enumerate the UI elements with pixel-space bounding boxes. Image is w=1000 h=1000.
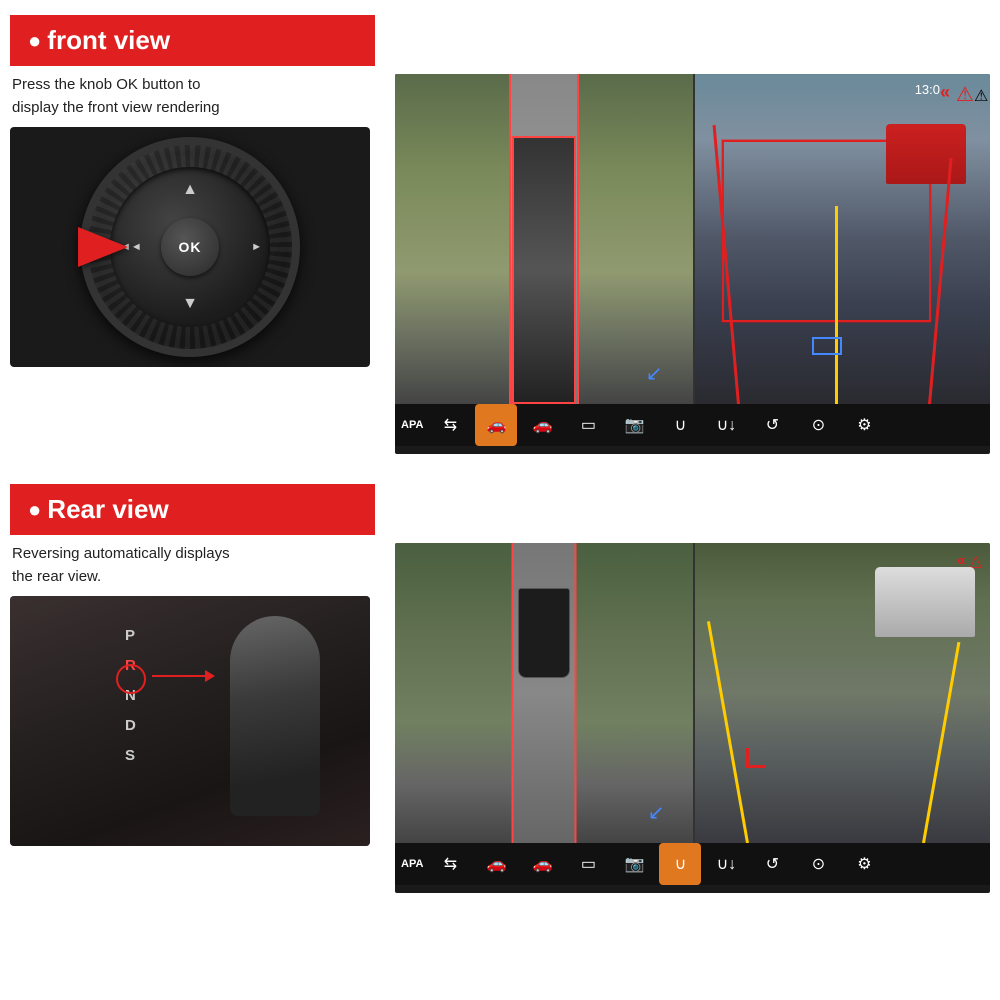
rear-toolbar-cam2[interactable]: ⊙ xyxy=(797,843,839,885)
front-view-left-panel: Press the knob OK button to display the … xyxy=(10,74,380,367)
gear-d: D xyxy=(125,711,136,741)
rear-toolbar-arrows[interactable]: ⇆ xyxy=(429,843,471,885)
rear-toolbar-rect[interactable]: ▭ xyxy=(567,843,609,885)
front-view-description: Press the knob OK button to display the … xyxy=(10,74,380,119)
front-view-title: front view xyxy=(47,25,170,56)
front-camera-view: ↙ « ⚠ 13:0 xyxy=(395,74,990,454)
cam-warning-icons: « ⚠ xyxy=(940,82,980,103)
red-arrow-indicator xyxy=(78,227,128,267)
gear-r-highlight xyxy=(116,664,146,694)
front-view-header: ● front view xyxy=(10,15,375,66)
knob-container: ▲ ▼ ◄◄ ► OK xyxy=(60,137,320,357)
rear-toolbar-u-active[interactable]: ∪ xyxy=(659,843,701,885)
rear-view-bullet: ● xyxy=(28,497,41,523)
front-cam-left-bg: ↙ xyxy=(395,74,693,404)
road-line-right xyxy=(928,157,953,404)
rear-camera-view: ↙ « △ xyxy=(395,543,990,893)
blue-arrow: ↙ xyxy=(646,361,663,386)
road-line-yellow xyxy=(835,206,838,404)
rear-view-section: ● Rear view Reversing automatically disp… xyxy=(10,484,990,893)
gear-shift-photo: P R N D S xyxy=(10,596,370,846)
toolbar-apa-label[interactable]: APA xyxy=(401,419,423,431)
front-cam-left: ↙ xyxy=(395,74,693,404)
toolbar-icon-u1[interactable]: ∪ xyxy=(659,404,701,446)
knob-arrow-up: ▲ xyxy=(182,181,198,199)
toolbar-icon-cam2[interactable]: ⊙ xyxy=(797,404,839,446)
rear-toolbar-car-down[interactable]: 🚗 xyxy=(521,843,563,885)
rear-view-left-panel: Reversing automatically displays the rea… xyxy=(10,543,380,846)
gear-arrow xyxy=(152,675,207,677)
rear-view-description: Reversing automatically displays the rea… xyxy=(10,543,380,588)
knob-inner: ▲ ▼ ◄◄ ► OK xyxy=(110,167,270,327)
front-view-section: ● front view Press the knob OK button to… xyxy=(10,15,990,454)
knob-arrow-right: ► xyxy=(251,241,262,253)
rear-guide-yellow-right xyxy=(922,642,960,843)
toolbar-icon-car-up-active[interactable]: 🚗 xyxy=(475,404,517,446)
page-container: ● front view Press the knob OK button to… xyxy=(0,0,1000,1000)
gear-letters: P R N D S xyxy=(125,621,136,771)
knob-ok-button[interactable]: OK xyxy=(161,218,219,276)
toolbar-icon-u2[interactable]: ∪↓ xyxy=(705,404,747,446)
rear-bracket-bl xyxy=(746,748,766,768)
toolbar-icon-rect[interactable]: ▭ xyxy=(567,404,609,446)
rear-toolbar-gear[interactable]: ⚙ xyxy=(843,843,885,885)
rear-toolbar-apa[interactable]: APA xyxy=(401,858,423,870)
toolbar-icon-car-down[interactable]: 🚗 xyxy=(521,404,563,446)
front-view-toolbar: APA ⇆ 🚗 🚗 ▭ 📷 ∪ ∪↓ ↺ ⊙ ⚙ xyxy=(395,404,990,446)
time-display: 13:0 xyxy=(915,82,940,97)
rear-toolbar-car-up[interactable]: 🚗 xyxy=(475,843,517,885)
rear-view-header: ● Rear view xyxy=(10,484,375,535)
rear-view-title: Rear view xyxy=(47,494,168,525)
rear-cam-left: ↙ xyxy=(395,543,693,843)
gear-shift-handle xyxy=(230,616,320,816)
rear-view-toolbar: APA ⇆ 🚗 🚗 ▭ 📷 ∪ ∪↓ ↺ ⊙ ⚙ xyxy=(395,843,990,885)
knob-photo-box: ▲ ▼ ◄◄ ► OK xyxy=(10,127,370,367)
rear-view-content: Reversing automatically displays the rea… xyxy=(10,543,990,893)
rear-toolbar-rotate[interactable]: ↺ xyxy=(751,843,793,885)
rear-target-car xyxy=(875,567,975,637)
front-cam-right: « ⚠ 13:0 xyxy=(693,74,991,404)
gear-s: S xyxy=(125,741,136,771)
front-cam-right-bg: « ⚠ 13:0 xyxy=(693,74,991,404)
toolbar-icon-gear[interactable]: ⚙ xyxy=(843,404,885,446)
front-view-bullet: ● xyxy=(28,28,41,54)
rear-blue-arrow: ↙ xyxy=(648,800,665,825)
rear-toolbar-cam1[interactable]: 📷 xyxy=(613,843,655,885)
rear-camera-divider xyxy=(693,543,695,843)
toolbar-icon-arrows[interactable]: ⇆ xyxy=(429,404,471,446)
camera-divider xyxy=(693,74,695,404)
front-view-content: Press the knob OK button to display the … xyxy=(10,74,990,454)
rear-toolbar-u2[interactable]: ∪↓ xyxy=(705,843,747,885)
toolbar-icon-cam1[interactable]: 📷 xyxy=(613,404,655,446)
red-car xyxy=(886,124,966,184)
rear-cam-right: « △ xyxy=(693,543,991,843)
rear-guide-yellow-left xyxy=(707,621,749,843)
gear-p: P xyxy=(125,621,136,651)
knob-arrow-down: ▼ xyxy=(182,295,198,313)
toolbar-icon-rotate[interactable]: ↺ xyxy=(751,404,793,446)
